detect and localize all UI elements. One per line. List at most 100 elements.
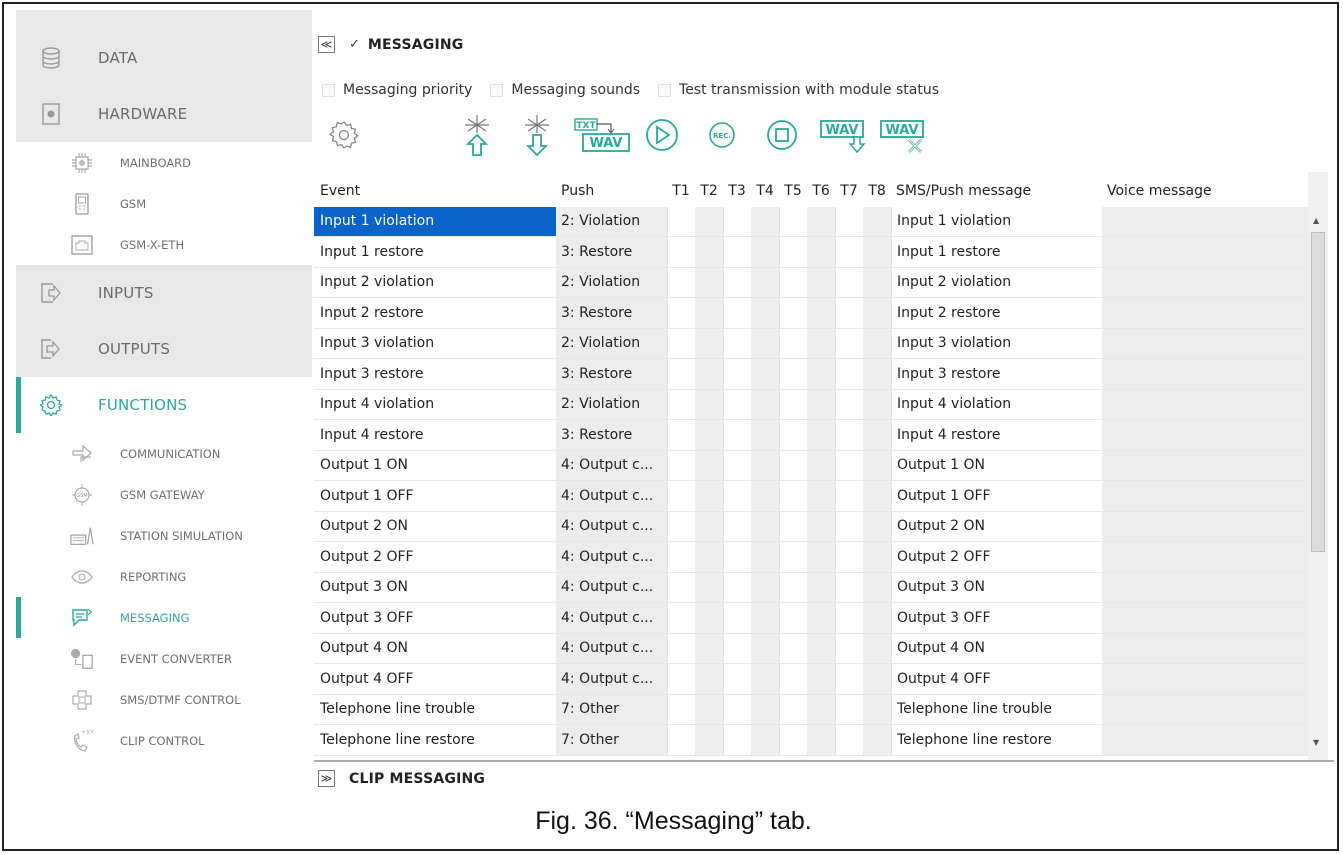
telephone-t4-cell[interactable] [751,328,779,359]
event-cell[interactable]: Output 4 OFF [314,664,556,695]
event-cell[interactable]: Output 1 ON [314,451,556,481]
telephone-t4-cell[interactable] [751,450,779,481]
table-row[interactable]: Input 4 restore 3: Restore Input 4 restore [314,420,1308,451]
telephone-t7-cell[interactable] [835,267,863,298]
telephone-t1-cell[interactable] [667,633,695,664]
event-cell[interactable]: Output 2 ON [314,512,556,542]
sidebar-item-outputs[interactable]: OUTPUTS [16,321,312,377]
table-row[interactable]: Input 2 violation 2: Violation Input 2 vio… [314,267,1308,298]
telephone-t6-cell[interactable] [807,267,835,298]
telephone-t4-cell[interactable] [751,633,779,664]
telephone-t8-cell[interactable] [863,328,891,359]
column-header-t2[interactable]: T2 [695,176,723,207]
telephone-t1-cell[interactable] [667,481,695,512]
push-cell[interactable]: 3: Restore [556,298,667,329]
telephone-t2-cell[interactable] [695,664,723,695]
voice-message-cell[interactable] [1102,298,1308,329]
telephone-t7-cell[interactable] [835,298,863,329]
sidebar-subitem-clip-control[interactable]: +XYZ CLIP CONTROL [16,720,312,761]
push-cell[interactable]: 7: Other [556,694,667,725]
telephone-t3-cell[interactable] [723,298,751,329]
telephone-t2-cell[interactable] [695,328,723,359]
telephone-t2-cell[interactable] [695,267,723,298]
sms-push-message-cell[interactable]: Output 2 ON [891,511,1102,542]
telephone-t5-cell[interactable] [779,633,807,664]
column-header-t4[interactable]: T4 [751,176,779,207]
telephone-t3-cell[interactable] [723,542,751,573]
telephone-t4-cell[interactable] [751,389,779,420]
sidebar-subitem-gsm-x-eth[interactable]: GSM-X-ETH [16,224,312,265]
event-cell[interactable]: Output 3 ON [314,573,556,603]
telephone-t6-cell[interactable] [807,511,835,542]
telephone-t4-cell[interactable] [751,420,779,451]
sidebar-subitem-sms-dtmf-control[interactable]: SMS/DTMF CONTROL [16,679,312,720]
column-header-sms-push-message[interactable]: SMS/Push message [891,176,1102,207]
stop-icon[interactable] [762,112,802,158]
telephone-t4-cell[interactable] [751,359,779,390]
sms-push-message-cell[interactable]: Input 2 restore [891,298,1102,329]
telephone-t6-cell[interactable] [807,694,835,725]
sms-push-message-cell[interactable]: Input 2 violation [891,267,1102,298]
telephone-t7-cell[interactable] [835,694,863,725]
telephone-t5-cell[interactable] [779,450,807,481]
sidebar-subitem-messaging[interactable]: MESSAGING [16,597,312,638]
voice-message-cell[interactable] [1102,694,1308,725]
telephone-t6-cell[interactable] [807,450,835,481]
telephone-t4-cell[interactable] [751,237,779,268]
voice-message-cell[interactable] [1102,542,1308,573]
column-header-voice-message[interactable]: Voice message [1102,176,1308,207]
messaging-priority-option[interactable]: Messaging priority [322,82,472,98]
play-icon[interactable] [642,112,682,158]
column-header-t8[interactable]: T8 [863,176,891,207]
telephone-t5-cell[interactable] [779,694,807,725]
telephone-t1-cell[interactable] [667,237,695,268]
sidebar-subitem-event-converter[interactable]: EVENT CONVERTER [16,638,312,679]
telephone-t5-cell[interactable] [779,603,807,634]
sms-push-message-cell[interactable]: Output 2 OFF [891,542,1102,573]
table-row[interactable]: Telephone line trouble 7: Other Telephone … [314,694,1308,725]
scroll-down-arrow-icon[interactable]: ▼ [1313,738,1319,747]
expand-section-button[interactable]: ≫ [318,770,335,787]
telephone-t1-cell[interactable] [667,420,695,451]
telephone-t7-cell[interactable] [835,603,863,634]
telephone-t2-cell[interactable] [695,237,723,268]
table-row[interactable]: Input 1 violation 2: Violation Input 1 vio… [314,206,1308,237]
telephone-t3-cell[interactable] [723,481,751,512]
event-cell[interactable]: Input 1 restore [314,237,556,268]
telephone-t6-cell[interactable] [807,633,835,664]
telephone-t6-cell[interactable] [807,481,835,512]
gear-icon[interactable] [328,112,360,158]
table-row[interactable]: Input 4 violation 2: Violation Input 4 vio… [314,389,1308,420]
test-transmission-checkbox[interactable] [658,83,672,97]
telephone-t2-cell[interactable] [695,511,723,542]
telephone-t6-cell[interactable] [807,389,835,420]
table-row[interactable]: Output 1 OFF 4: Output c... Output 1 OFF [314,481,1308,512]
voice-message-cell[interactable] [1102,572,1308,603]
voice-message-cell[interactable] [1102,664,1308,695]
telephone-t3-cell[interactable] [723,359,751,390]
event-cell[interactable]: Input 4 restore [314,420,556,451]
telephone-t6-cell[interactable] [807,572,835,603]
telephone-t6-cell[interactable] [807,328,835,359]
scroll-up-arrow-icon[interactable]: ▲ [1313,216,1319,225]
telephone-t4-cell[interactable] [751,603,779,634]
section-enabled-check-icon[interactable]: ✓ [349,37,360,52]
push-cell[interactable]: 4: Output c... [556,603,667,634]
sidebar-subitem-reporting[interactable]: REPORTING [16,556,312,597]
scrollbar-thumb[interactable] [1311,232,1325,552]
telephone-t4-cell[interactable] [751,511,779,542]
telephone-t3-cell[interactable] [723,633,751,664]
telephone-t6-cell[interactable] [807,206,835,237]
telephone-t8-cell[interactable] [863,511,891,542]
column-header-t6[interactable]: T6 [807,176,835,207]
telephone-t1-cell[interactable] [667,572,695,603]
table-row[interactable]: Output 1 ON 4: Output c... Output 1 ON [314,450,1308,481]
telephone-t6-cell[interactable] [807,664,835,695]
push-cell[interactable]: 3: Restore [556,420,667,451]
telephone-t7-cell[interactable] [835,359,863,390]
sms-push-message-cell[interactable]: Input 1 violation [891,206,1102,237]
voice-message-cell[interactable] [1102,328,1308,359]
telephone-t1-cell[interactable] [667,664,695,695]
table-row[interactable]: Input 2 restore 3: Restore Input 2 restore [314,298,1308,329]
telephone-t6-cell[interactable] [807,542,835,573]
